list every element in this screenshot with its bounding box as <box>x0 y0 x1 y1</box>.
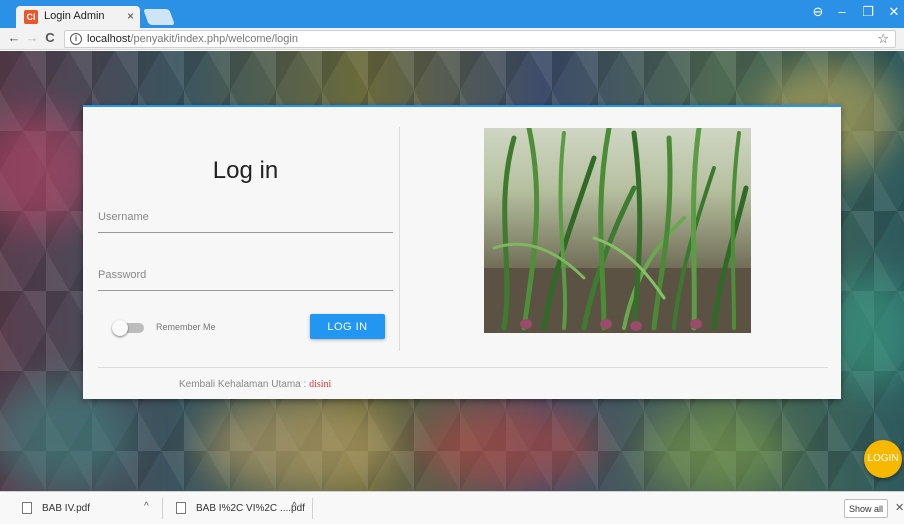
url-text: localhost/penyakit/index.php/welcome/log… <box>87 33 298 45</box>
account-icon[interactable]: ⊖ <box>806 4 830 20</box>
reload-icon[interactable]: C <box>42 30 58 45</box>
back-to-home-text: Kembali Kehalaman Utama : disini <box>179 379 331 390</box>
url-host: localhost <box>87 33 131 45</box>
onion-plants-image <box>484 128 751 333</box>
background-blob <box>640 411 790 491</box>
chevron-up-icon[interactable]: ^ <box>292 501 297 512</box>
minimize-icon[interactable]: – <box>830 4 854 19</box>
username-input[interactable] <box>98 203 393 231</box>
onion-plants-photo <box>484 128 751 333</box>
downloads-bar: BAB IV.pdf ^ BAB I%2C VI%2C ....pdf ^ Sh… <box>0 491 904 524</box>
remember-me-label: Remember Me <box>156 322 216 332</box>
login-title: Log in <box>212 157 279 184</box>
back-to-home-link[interactable]: disini <box>309 379 331 390</box>
forward-arrow-icon[interactable]: → <box>24 30 40 45</box>
window-close-icon[interactable]: ✕ <box>882 4 904 20</box>
download-item[interactable]: BAB IV.pdf ^ <box>14 492 164 525</box>
download-item[interactable]: BAB I%2C VI%2C ....pdf ^ <box>168 492 310 525</box>
toggle-knob <box>112 320 128 336</box>
chevron-up-icon[interactable]: ^ <box>144 501 149 512</box>
site-info-icon[interactable]: i <box>70 33 82 45</box>
url-path: /penyakit/index.php/welcome/login <box>130 33 298 45</box>
username-field-wrapper <box>98 203 393 233</box>
download-separator <box>312 498 313 519</box>
pdf-file-icon <box>176 502 186 514</box>
login-button[interactable]: LOG IN <box>310 314 385 339</box>
new-tab-button[interactable] <box>143 9 175 25</box>
download-separator <box>162 498 163 519</box>
bookmark-star-icon[interactable]: ☆ <box>877 31 889 47</box>
login-fab-button[interactable]: LOGIN <box>864 440 902 478</box>
tab-title: Login Admin <box>44 10 105 22</box>
background-blob <box>200 401 400 491</box>
show-all-downloads-button[interactable]: Show all <box>844 499 888 518</box>
back-arrow-icon[interactable]: ← <box>6 30 22 45</box>
page-background: Log in Remember Me LOG IN <box>0 51 904 491</box>
downloads-close-icon[interactable]: ✕ <box>895 501 904 514</box>
back-to-home-prefix: Kembali Kehalaman Utama : <box>179 379 310 390</box>
address-bar[interactable]: i localhost/penyakit/index.php/welcome/l… <box>64 30 896 48</box>
tab-close-icon[interactable]: × <box>127 9 134 23</box>
pdf-file-icon <box>22 502 32 514</box>
browser-tab[interactable]: CI Login Admin × <box>16 6 140 28</box>
card-divider <box>98 367 828 368</box>
codeigniter-favicon-icon: CI <box>24 10 38 24</box>
browser-titlebar: CI Login Admin × ⊖ – ❐ ✕ <box>0 0 904 28</box>
background-blob <box>420 401 600 491</box>
download-filename: BAB I%2C VI%2C ....pdf <box>196 503 305 514</box>
login-card: Log in Remember Me LOG IN <box>83 105 841 399</box>
download-filename: BAB IV.pdf <box>42 503 90 514</box>
restore-icon[interactable]: ❐ <box>856 4 880 20</box>
browser-toolbar: ← → C i localhost/penyakit/index.php/wel… <box>0 28 904 50</box>
remember-me-toggle[interactable] <box>112 320 144 336</box>
password-input[interactable] <box>98 261 393 289</box>
login-form: Log in Remember Me LOG IN <box>98 127 400 351</box>
password-field-wrapper <box>98 261 393 291</box>
